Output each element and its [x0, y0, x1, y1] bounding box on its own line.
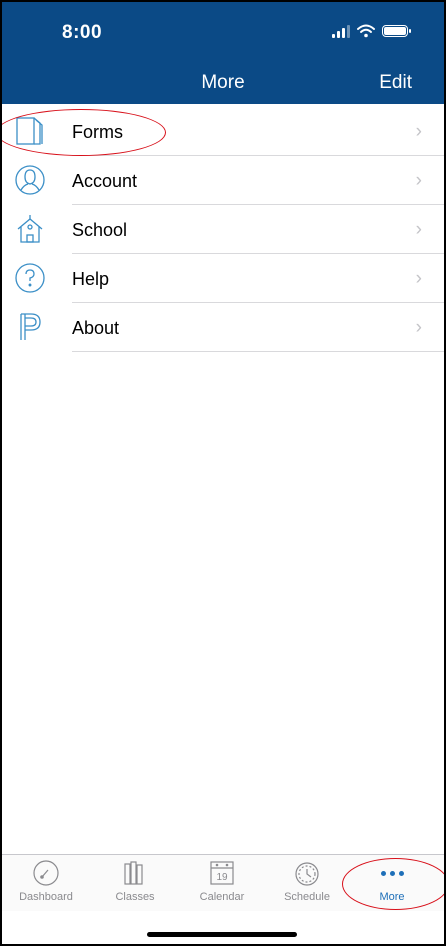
account-icon [15, 165, 45, 195]
page-title: More [201, 72, 245, 93]
header: 8:00 More Edit [2, 2, 444, 104]
menu-item-label: About [72, 318, 120, 338]
tab-label: Calendar [199, 891, 245, 903]
chevron-right-icon: › [415, 121, 422, 142]
menu-item-label: Account [72, 171, 138, 191]
menu-item-help[interactable]: Help › [2, 254, 444, 303]
menu-item-label: Help [72, 269, 110, 289]
tab-schedule[interactable]: Schedule [267, 859, 347, 903]
tab-dashboard[interactable]: Dashboard [6, 859, 86, 903]
battery-icon [382, 25, 411, 37]
calendar-icon: 19 [210, 861, 234, 885]
annotation-circle-forms [2, 109, 166, 156]
menu-item-account[interactable]: Account › [2, 156, 444, 205]
school-icon [17, 215, 43, 243]
wifi-icon [357, 24, 375, 38]
phone-screen: 8:00 More Edit Forms › Account › School … [0, 0, 446, 946]
menu-item-label: School [72, 220, 128, 240]
powerschool-logo-icon [20, 313, 41, 340]
tab-label: Schedule [284, 891, 330, 903]
home-indicator [147, 932, 297, 937]
status-time: 8:00 [62, 22, 103, 43]
tab-calendar[interactable]: 19 Calendar [182, 859, 262, 903]
tab-label: Classes [115, 891, 155, 903]
divider [72, 351, 444, 352]
menu-item-about[interactable]: About › [2, 303, 444, 352]
schedule-icon [295, 862, 319, 886]
chevron-right-icon: › [415, 219, 422, 240]
edit-button[interactable]: Edit [379, 72, 412, 94]
chevron-right-icon: › [415, 170, 422, 191]
help-icon [15, 263, 45, 293]
chevron-right-icon: › [415, 268, 422, 289]
cellular-signal-icon [332, 24, 350, 38]
dashboard-icon [33, 860, 59, 886]
chevron-right-icon: › [415, 317, 422, 338]
menu-item-school[interactable]: School › [2, 205, 444, 254]
status-icons [332, 24, 411, 38]
calendar-day: 19 [216, 872, 228, 883]
classes-icon [124, 861, 143, 885]
tab-label: Dashboard [19, 891, 73, 903]
tab-classes[interactable]: Classes [95, 859, 175, 903]
annotation-circle-more [342, 858, 444, 910]
